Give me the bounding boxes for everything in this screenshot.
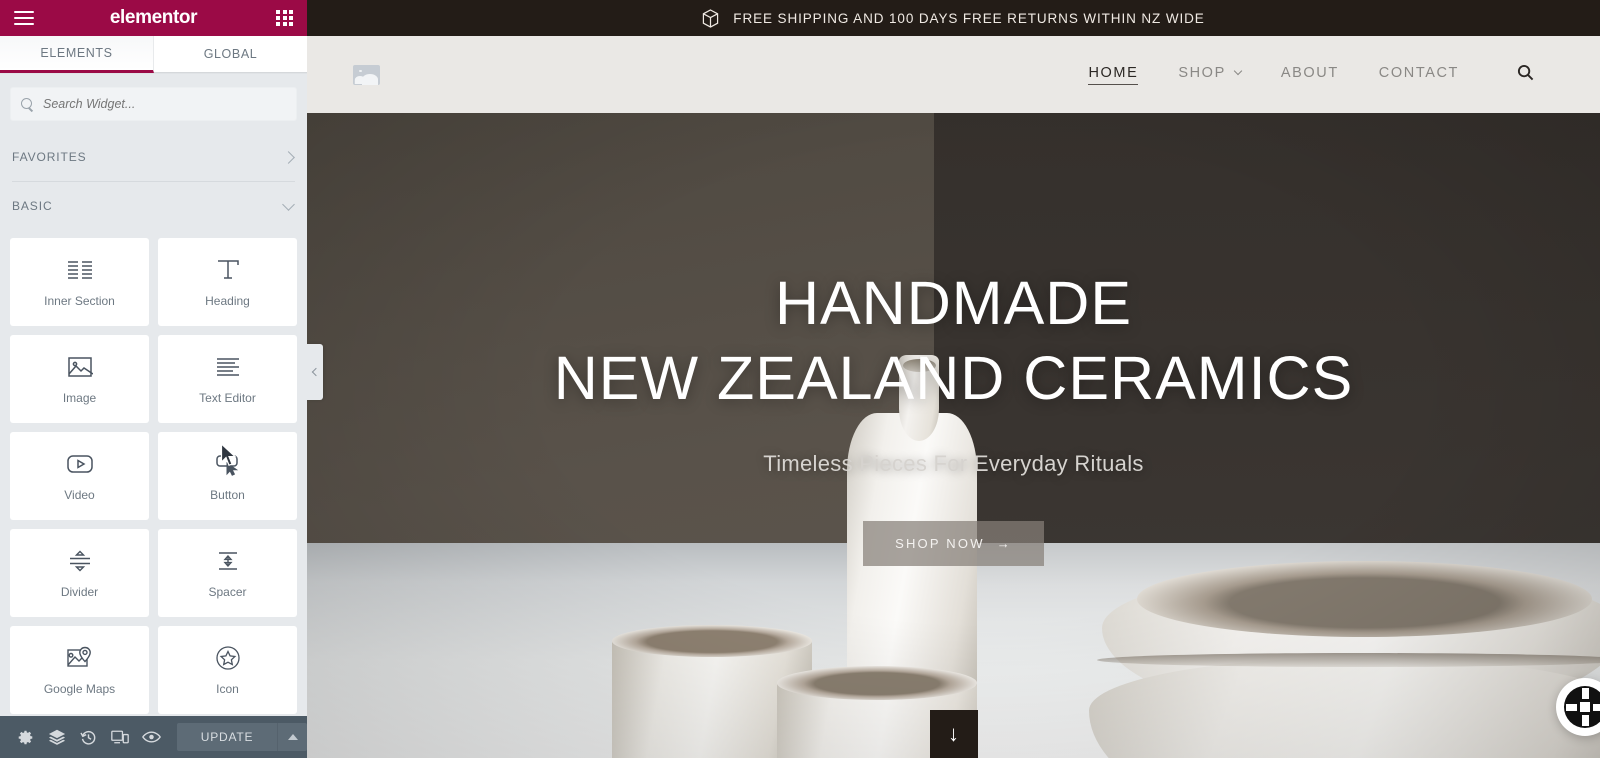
nav-item-about[interactable]: ABOUT	[1281, 65, 1339, 84]
widget-google-maps[interactable]: Google Maps	[10, 626, 149, 714]
history-icon[interactable]	[73, 716, 104, 758]
tab-global[interactable]: GLOBAL	[154, 36, 307, 73]
main-navigation: HOME SHOP ABOUT CONTACT	[1088, 64, 1534, 86]
widget-label: Video	[64, 488, 95, 502]
hero-section: HANDMADE NEW ZEALAND CERAMICS Timeless P…	[307, 113, 1600, 758]
update-options-button[interactable]	[277, 723, 308, 751]
nav-item-shop-label: SHOP	[1178, 65, 1226, 81]
arrow-right-icon: →	[996, 536, 1012, 551]
widget-label: Image	[62, 391, 97, 405]
spacer-icon	[215, 547, 241, 575]
layers-icon[interactable]	[41, 716, 72, 758]
search-widget-container	[0, 74, 307, 133]
panel-header: elementor	[0, 0, 307, 36]
caret-up-icon	[287, 734, 298, 740]
chevron-down-icon	[282, 197, 295, 211]
eye-icon[interactable]	[136, 716, 167, 758]
search-icon[interactable]	[1517, 64, 1534, 86]
elementor-logo: elementor	[109, 7, 198, 28]
elementor-panel: elementor ELEMENTS GLOBAL FAVORITES	[0, 0, 308, 758]
hero-background-image	[307, 113, 1600, 758]
widget-button[interactable]: Button	[158, 432, 297, 520]
tab-elements[interactable]: ELEMENTS	[0, 36, 154, 73]
announcement-text: FREE SHIPPING AND 100 DAYS FREE RETURNS …	[733, 10, 1205, 26]
widget-text-editor[interactable]: Text Editor	[158, 335, 297, 423]
search-icon	[21, 97, 34, 111]
panel-tabs: ELEMENTS GLOBAL	[0, 36, 307, 74]
video-play-icon	[66, 450, 94, 478]
category-favorites-label: FAVORITES	[12, 150, 87, 164]
nav-item-home[interactable]: HOME	[1088, 65, 1139, 85]
button-cursor-icon	[214, 450, 242, 478]
text-t-icon	[215, 256, 241, 284]
widget-icon[interactable]: Icon	[158, 626, 297, 714]
widget-video[interactable]: Video	[10, 432, 149, 520]
site-header: HOME SHOP ABOUT CONTACT	[307, 36, 1600, 113]
text-lines-icon	[215, 353, 241, 381]
widget-heading[interactable]: Heading	[158, 238, 297, 326]
widget-label: Heading	[205, 294, 250, 308]
update-button[interactable]: UPDATE	[177, 723, 278, 751]
arrow-down-icon: ↓	[948, 721, 959, 746]
widget-label: Text Editor	[199, 391, 256, 405]
widget-label: Divider	[60, 585, 99, 599]
nav-item-contact[interactable]: CONTACT	[1379, 65, 1459, 84]
image-placeholder-icon[interactable]	[353, 64, 380, 85]
widget-label: Button	[210, 488, 245, 502]
widget-label: Inner Section	[44, 294, 115, 308]
widget-panel-scroll[interactable]: FAVORITES BASIC Inner Section Heading Im…	[0, 133, 307, 716]
hamburger-icon[interactable]	[14, 11, 34, 25]
widget-image[interactable]: Image	[10, 335, 149, 423]
preview-canvas: FREE SHIPPING AND 100 DAYS FREE RETURNS …	[307, 0, 1600, 758]
columns-icon	[67, 256, 93, 284]
search-widget-box[interactable]	[10, 87, 297, 121]
widget-label: Icon	[216, 682, 239, 696]
widget-label: Spacer	[208, 585, 247, 599]
chevron-left-icon	[311, 367, 321, 377]
category-basic-label: BASIC	[12, 199, 53, 213]
shop-now-label: SHOP NOW	[895, 536, 985, 551]
widget-label: Google Maps	[43, 682, 116, 696]
panel-collapse-handle[interactable]	[307, 344, 323, 400]
search-input[interactable]	[43, 97, 286, 111]
widget-grid: Inner Section Heading Image Text Editor …	[0, 230, 307, 714]
widget-spacer[interactable]: Spacer	[158, 529, 297, 617]
divider-icon	[67, 547, 93, 575]
widget-inner-section[interactable]: Inner Section	[10, 238, 149, 326]
image-icon	[67, 353, 93, 381]
nav-item-shop[interactable]: SHOP	[1178, 65, 1243, 84]
widget-divider[interactable]: Divider	[10, 529, 149, 617]
package-box-icon	[702, 8, 719, 28]
gear-icon[interactable]	[10, 716, 41, 758]
responsive-icon[interactable]	[104, 716, 135, 758]
scroll-down-button[interactable]: ↓	[929, 710, 978, 758]
category-favorites[interactable]: FAVORITES	[0, 133, 307, 181]
panel-footer: UPDATE	[0, 716, 308, 758]
grid-icon[interactable]	[276, 9, 293, 27]
star-circle-icon	[215, 644, 241, 672]
chevron-right-icon	[282, 150, 295, 164]
update-button-group: UPDATE	[177, 723, 308, 751]
shop-now-button[interactable]: SHOP NOW →	[863, 521, 1044, 566]
chevron-down-icon	[1233, 66, 1243, 76]
announcement-bar: FREE SHIPPING AND 100 DAYS FREE RETURNS …	[307, 0, 1600, 36]
map-pin-icon	[66, 644, 94, 672]
category-basic[interactable]: BASIC	[0, 182, 307, 230]
